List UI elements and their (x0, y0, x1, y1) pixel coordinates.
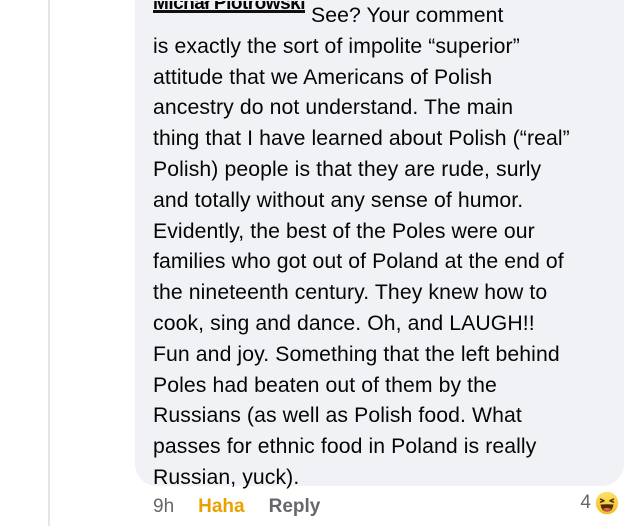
comment-line: Russians (as well as Polish food. What (153, 404, 522, 428)
haha-emoji-icon (594, 490, 620, 516)
redaction-strike (153, 10, 305, 13)
comment-line: Fun and joy. Something that the left beh… (153, 342, 560, 366)
comment-line: passes for ethnic food in Poland is real… (153, 435, 537, 459)
comment-line-1: Michał Piotrowski See? Your comment (153, 1, 615, 32)
haha-reaction-button[interactable]: Haha (198, 494, 244, 520)
comment-line: Polish) people is that they are rude, su… (153, 157, 542, 181)
comment-line: ancestry do not understand. The main (153, 96, 514, 120)
comment-line: is exactly the sort of impolite “superio… (153, 34, 520, 58)
comment-line: Evidently, the best of the Poles were ou… (153, 219, 535, 243)
comment-line: cook, sing and dance. Oh, and LAUGH!! (153, 311, 535, 335)
comment-timestamp[interactable]: 9h (153, 494, 174, 520)
comment-line-text: See? Your comment (310, 4, 504, 27)
comment-line: and totally without any sense of humor. (153, 188, 524, 212)
comment-screen: Michał Piotrowski See? Your comment is ex… (0, 0, 640, 526)
comment-actions: 9h Haha Reply (153, 494, 320, 520)
comment-line: thing that I have learned about Polish (… (153, 127, 570, 151)
reply-button[interactable]: Reply (269, 494, 321, 520)
comment-line: Russian, yuck). (153, 465, 300, 489)
comment-line: the nineteenth century. They knew how to (153, 281, 548, 305)
reaction-summary[interactable]: 4 (576, 489, 622, 517)
comment-line: families who got out of Poland at the en… (153, 250, 564, 274)
comment-author-name[interactable]: Michał Piotrowski (153, 1, 305, 23)
comment-line: attitude that we Americans of Polish (153, 65, 493, 89)
comment-line: Poles had beaten out of them by the (153, 373, 497, 397)
reaction-count: 4 (580, 492, 591, 513)
thread-line (48, 0, 50, 526)
comment-body: Michał Piotrowski See? Your comment is ex… (153, 1, 615, 494)
